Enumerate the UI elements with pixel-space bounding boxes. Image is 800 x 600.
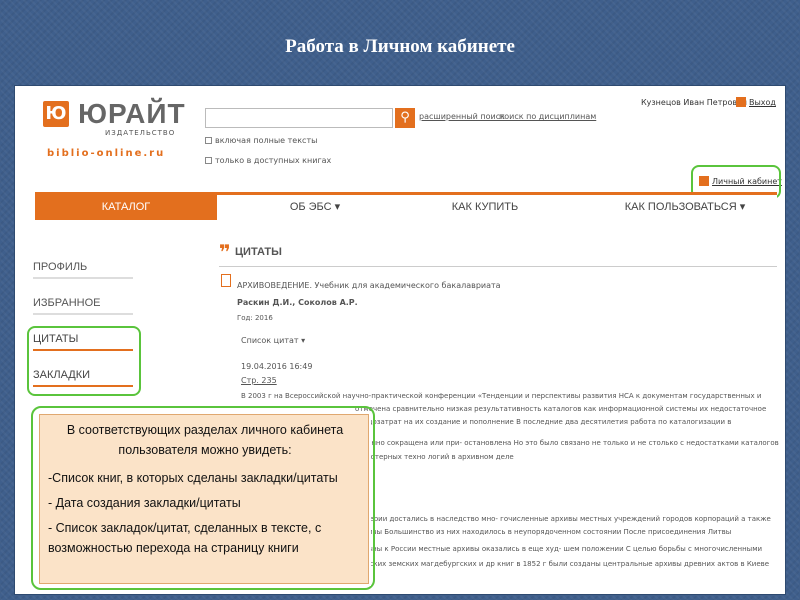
sidebar-item-profile[interactable]: ПРОФИЛЬ — [33, 261, 133, 279]
text-line: империи достались в наследство мно- гочи… — [355, 515, 771, 523]
book-year: Год: 2016 — [237, 314, 273, 322]
nav-item-catalog[interactable]: КАТАЛОГ — [35, 195, 217, 220]
text-line: мпьютерных техно логий в архивном деле — [355, 453, 514, 461]
section-divider — [219, 266, 777, 267]
text-line: В 2003 г на Всероссийской научно-практич… — [241, 392, 762, 400]
logo-name: ЮРАЙТ — [78, 98, 186, 129]
quote-datetime: 19.04.2016 16:49 — [241, 362, 313, 371]
callout-heading-2: пользователя можно увидеть: — [118, 443, 292, 457]
document-icon — [221, 274, 231, 287]
section-title: ЦИТАТЫ — [235, 246, 282, 258]
info-callout: В соответствующих разделах личного кабин… — [39, 414, 369, 584]
sidebar-item-favorites[interactable]: ИЗБРАННОЕ — [33, 297, 133, 315]
quotes-list-toggle[interactable]: Список цитат ▾ — [241, 336, 305, 345]
callout-item: возможностью перехода на страницу книги — [48, 541, 299, 555]
nav-item-about[interactable]: ОБ ЭБС ▾ — [255, 195, 375, 220]
callout-item: - Дата создания закладки/цитаты — [48, 496, 241, 510]
callout-item: -Список книг, в которых сделаны закладки… — [48, 471, 338, 485]
user-name: Кузнецов Иван Петрович — [641, 98, 748, 107]
slide-title: Работа в Личном кабинете — [285, 36, 515, 57]
book-authors: Раскин Д.И., Соколов А.Р. — [237, 298, 358, 307]
available-only-checkbox[interactable]: только в доступных книгах — [205, 156, 331, 165]
full-text-checkbox[interactable]: включая полные тексты — [205, 136, 317, 145]
logo-url: biblio-online.ru — [47, 148, 166, 159]
checkbox-icon[interactable] — [205, 157, 212, 164]
checkbox-label: включая полные тексты — [215, 136, 318, 145]
callout-heading-1: В соответствующих разделах личного кабин… — [66, 423, 344, 437]
quote-icon: ❞ — [219, 240, 231, 264]
callout-item: - Список закладок/цитат, сделанных в тек… — [48, 521, 322, 535]
logo-mark-icon: Ю — [43, 101, 69, 127]
logo-subtitle: ИЗДАТЕЛЬСТВО — [105, 129, 176, 137]
text-line: отмечена сравнительно низкая результатив… — [355, 405, 767, 413]
quote-page-link[interactable]: Стр. 235 — [241, 376, 277, 385]
text-line: ственно сокращена или при- остановлена Н… — [355, 439, 779, 447]
sidebar-highlight — [27, 326, 141, 396]
nav-item-how-to-use[interactable]: КАК ПОЛЬЗОВАТЬСЯ ▾ — [605, 195, 765, 220]
text-line: трудозатрат на их создание и пополнение … — [355, 418, 732, 426]
text-line: кравны к России местные архивы оказались… — [355, 545, 763, 553]
main-nav: КАТАЛОГ ОБ ЭБС ▾ КАК КУПИТЬ КАК ПОЛЬЗОВА… — [35, 192, 777, 220]
checkbox-label: только в доступных книгах — [215, 156, 332, 165]
exit-link[interactable]: Выход — [749, 98, 776, 107]
checkbox-icon[interactable] — [205, 137, 212, 144]
search-input[interactable] — [205, 108, 393, 128]
disciplines-search-link[interactable]: поиск по дисциплинам — [499, 112, 596, 121]
browser-screenshot: Ю ЮРАЙТ ИЗДАТЕЛЬСТВО biblio-online.ru ⚲ … — [14, 85, 786, 595]
book-title[interactable]: АРХИВОВЕДЕНИЕ. Учебник для академическог… — [237, 281, 501, 290]
search-icon[interactable]: ⚲ — [395, 108, 415, 128]
exit-icon[interactable] — [736, 97, 746, 107]
advanced-search-link[interactable]: расширенный поиск — [419, 112, 505, 121]
logo[interactable]: Ю ЮРАЙТ ИЗДАТЕЛЬСТВО biblio-online.ru — [43, 98, 186, 159]
nav-item-how-to-buy[interactable]: КАК КУПИТЬ — [425, 195, 545, 220]
text-line: архивы Большинство из них находилось в н… — [355, 528, 732, 536]
